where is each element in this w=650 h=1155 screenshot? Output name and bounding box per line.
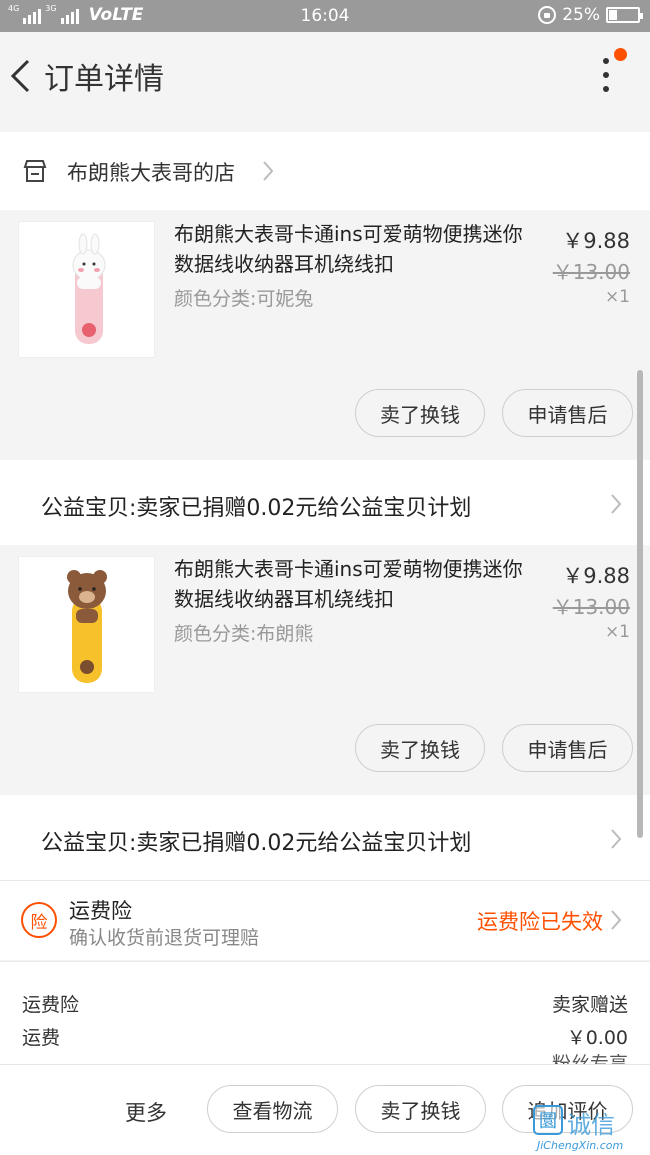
battery-fill xyxy=(609,10,617,20)
product-1-qty: ×1 xyxy=(604,287,630,307)
fee-value-shipping: ￥0.00 xyxy=(566,1027,628,1049)
insurance-status[interactable]: 运费险已失效 xyxy=(477,906,603,936)
product-1-sell-button[interactable]: 卖了换钱 xyxy=(355,389,485,437)
product-2-original-price: ￥13.00 xyxy=(552,595,630,619)
product-1-price: ￥9.88 xyxy=(562,229,630,253)
product-2-sell-button[interactable]: 卖了换钱 xyxy=(355,724,485,772)
product-1-after-sale-button[interactable]: 申请售后 xyxy=(502,389,633,437)
rotation-lock-icon xyxy=(538,6,557,24)
product-1-title[interactable]: 布朗熊大表哥卡通ins可爱萌物便携迷你数据线收纳器耳机绕线扣 xyxy=(174,219,534,279)
page-title: 订单详情 xyxy=(44,62,164,97)
watermark-logo-icon: 圜 xyxy=(533,1105,563,1135)
battery-percent: 25% xyxy=(562,5,600,25)
shop-icon xyxy=(23,160,47,182)
fee-label-insurance: 运费险 xyxy=(22,994,80,1016)
product-1-original-price: ￥13.00 xyxy=(552,260,630,284)
more-menu-icon[interactable] xyxy=(600,58,614,96)
product-2-attr: 颜色分类:布朗熊 xyxy=(174,623,314,645)
app-header: 订单详情 xyxy=(0,32,650,120)
product-2-price: ￥9.88 xyxy=(562,564,630,588)
shop-chevron-right-icon xyxy=(263,161,274,181)
battery-icon xyxy=(606,7,643,23)
fee-value-partial: 粉丝专享 xyxy=(552,1054,628,1064)
more-button[interactable]: 更多 xyxy=(125,1097,167,1127)
insurance-subtitle: 确认收货前退货可理赔 xyxy=(69,927,260,949)
bunny-cable-holder-image xyxy=(72,233,106,344)
product-2-after-sale-button[interactable]: 申请售后 xyxy=(502,724,633,772)
product-2-title[interactable]: 布朗熊大表哥卡通ins可爱萌物便携迷你数据线收纳器耳机绕线扣 xyxy=(174,554,534,614)
watermark-url: JiChengXin.com xyxy=(537,1139,624,1152)
fee-value-insurance: 卖家赠送 xyxy=(551,994,628,1016)
product-2-qty: ×1 xyxy=(604,622,630,642)
charity-text-2[interactable]: 公益宝贝:卖家已捐赠0.02元给公益宝贝计划 xyxy=(41,825,471,857)
insurance-chevron-right-icon xyxy=(611,910,622,930)
shop-name[interactable]: 布朗熊大表哥的店 xyxy=(67,157,235,187)
view-logistics-button[interactable]: 查看物流 xyxy=(207,1085,338,1133)
status-bar: 4G 3G VoLTE 16:04 25% xyxy=(0,0,650,32)
product-1-attr: 颜色分类:可妮兔 xyxy=(174,288,314,310)
scrollbar[interactable] xyxy=(637,370,643,838)
insurance-icon: 险 xyxy=(21,902,57,938)
insurance-title: 运费险 xyxy=(69,899,132,923)
watermark: 圜 诚信 JiChengXin.com xyxy=(533,1105,650,1155)
back-arrow-icon[interactable] xyxy=(8,58,32,94)
product-1-image[interactable] xyxy=(18,221,155,358)
fee-label-shipping: 运费 xyxy=(22,1027,61,1049)
charity-2-chevron-right-icon xyxy=(611,829,622,849)
watermark-text: 诚信 xyxy=(567,1111,615,1139)
bear-cable-holder-image xyxy=(67,570,107,683)
product-2-image[interactable] xyxy=(18,556,155,693)
bottom-sell-button[interactable]: 卖了换钱 xyxy=(355,1085,486,1133)
charity-1-chevron-right-icon xyxy=(611,494,622,514)
notification-dot xyxy=(614,48,627,61)
charity-text-1[interactable]: 公益宝贝:卖家已捐赠0.02元给公益宝贝计划 xyxy=(41,490,471,522)
